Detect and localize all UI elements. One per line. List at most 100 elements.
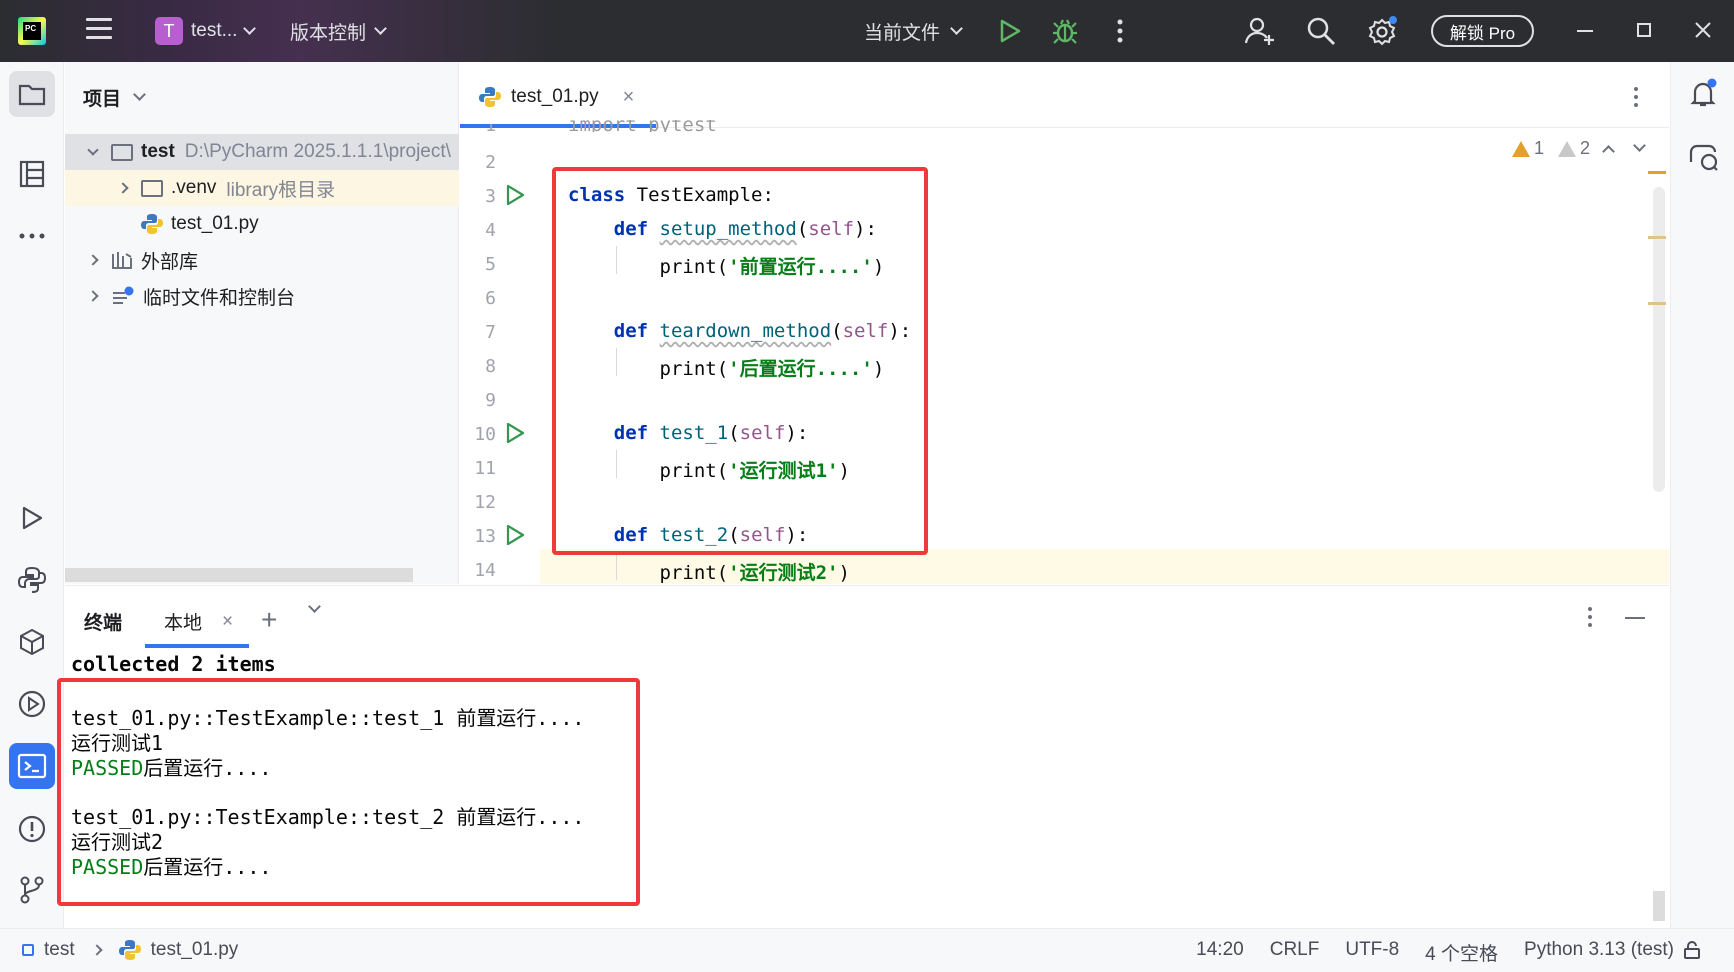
tree-item-label: test <box>141 141 175 162</box>
read-only-lock-icon[interactable] <box>1683 941 1701 959</box>
main-menu-icon[interactable] <box>86 18 112 42</box>
more-tools-button[interactable] <box>14 218 50 254</box>
python-interpreter[interactable]: Python 3.13 (test) <box>1524 939 1674 966</box>
maximize-icon[interactable] <box>1637 23 1651 37</box>
tree-item-test[interactable]: test D:\PyCharm 2025.1.1.1\project\ <box>65 134 459 170</box>
line-number: 6 <box>485 288 496 309</box>
expand-right-icon[interactable] <box>85 288 101 304</box>
tree-item-scratches[interactable]: 临时文件和控制台 <box>65 278 459 314</box>
expand-right-icon[interactable] <box>85 252 101 268</box>
horizontal-scrollbar[interactable] <box>65 568 413 582</box>
git-branch-icon <box>20 876 44 904</box>
logo-text: PC <box>25 24 37 33</box>
warnings-counter[interactable]: 1 <box>1512 138 1544 159</box>
line-number: 13 <box>474 526 496 547</box>
folder-icon <box>141 179 163 197</box>
terminal-options-icon[interactable] <box>1587 606 1593 628</box>
line-number: 1 <box>460 124 496 132</box>
run-class-gutter-icon[interactable] <box>504 184 526 206</box>
tree-item-venv[interactable]: .venv library根目录 <box>65 170 459 206</box>
right-tool-strip <box>1670 62 1734 938</box>
project-panel-title: 项目 <box>83 89 122 110</box>
close-icon[interactable] <box>1693 20 1713 40</box>
project-panel-header[interactable]: 项目 <box>83 84 146 111</box>
search-icon[interactable] <box>1305 15 1337 47</box>
ai-assistant-icon[interactable] <box>1687 142 1719 172</box>
weak-warnings-counter[interactable]: 2 <box>1558 138 1590 159</box>
tree-item-detail: library根目录 <box>226 179 336 201</box>
project-badge: T <box>155 17 183 45</box>
vcs-menu[interactable]: 版本控制 <box>290 18 387 45</box>
new-terminal-plus-icon[interactable]: + <box>261 604 277 636</box>
pycharm-logo-icon[interactable]: PC <box>18 17 46 45</box>
python-file-icon <box>479 87 501 107</box>
run-test-1-gutter-icon[interactable] <box>504 422 526 444</box>
breadcrumb-file[interactable]: test_01.py <box>151 939 239 961</box>
python-file-icon <box>118 940 141 960</box>
error-stripe-marker[interactable] <box>1648 302 1666 305</box>
tab-label: test_01.py <box>511 86 599 107</box>
run-icon[interactable] <box>998 18 1022 44</box>
expand-down-icon[interactable] <box>85 144 101 160</box>
editor: test_01.py × 1 2 3 4 5 6 7 8 9 10 11 12 … <box>460 62 1669 584</box>
problems-tool-button[interactable] <box>14 811 50 847</box>
python-packages-button[interactable] <box>14 624 50 660</box>
project-tool-button[interactable] <box>9 71 55 117</box>
terminal-output-line: collected 2 items <box>71 652 276 676</box>
terminal-scrollbar[interactable] <box>1653 891 1665 921</box>
tab-close-icon[interactable]: × <box>222 611 233 633</box>
git-tool-button[interactable] <box>14 872 50 908</box>
tree-item-label: 临时文件和控制台 <box>143 287 296 309</box>
error-stripe-marker[interactable] <box>1648 171 1666 174</box>
debug-icon[interactable] <box>1052 17 1078 45</box>
editor-tab-test-01-py[interactable]: test_01.py × <box>479 82 634 112</box>
expand-right-icon[interactable] <box>115 180 131 196</box>
structure-tool-button[interactable] <box>14 156 50 192</box>
more-actions-icon[interactable] <box>1110 18 1130 44</box>
hide-panel-icon[interactable] <box>1625 617 1645 619</box>
error-stripe-marker[interactable] <box>1648 236 1666 239</box>
tree-item-external-libraries[interactable]: 外部库 <box>65 242 459 278</box>
run-tool-button[interactable] <box>14 500 50 536</box>
folder-icon <box>111 143 133 161</box>
services-tool-button[interactable] <box>14 686 50 722</box>
active-tab-indicator <box>145 644 249 648</box>
indent-setting[interactable]: 4 个空格 <box>1425 939 1498 966</box>
project-switcher[interactable]: T test... <box>155 16 257 46</box>
next-problem-icon[interactable] <box>1633 139 1646 152</box>
run-config-selector[interactable]: 当前文件 <box>864 18 963 45</box>
caret-position[interactable]: 14:20 <box>1196 939 1244 966</box>
tab-close-icon[interactable]: × <box>623 86 635 109</box>
code-line-14[interactable]: print('运行测试2') <box>568 558 850 585</box>
terminal-panel: 终端 本地 × + collected 2 items test_01.py::… <box>57 585 1669 927</box>
project-panel: 项目 test D:\PyCharm 2025.1.1.1\project\ .… <box>65 62 459 584</box>
inspections-widget[interactable]: 1 2 <box>1512 138 1646 159</box>
run-config-label: 当前文件 <box>864 23 941 44</box>
run-test-2-gutter-icon[interactable] <box>504 524 526 546</box>
line-separator[interactable]: CRLF <box>1270 939 1320 966</box>
terminal-tab-local[interactable]: 本地 × <box>164 608 233 635</box>
editor-vertical-scrollbar[interactable] <box>1653 187 1665 492</box>
editor-tabs-menu-icon[interactable] <box>1633 86 1639 108</box>
line-number: 3 <box>485 186 496 207</box>
settings-gear-icon[interactable] <box>1366 15 1398 47</box>
unlock-pro-button[interactable]: 解锁 Pro <box>1431 15 1534 47</box>
project-name: test... <box>191 20 238 41</box>
file-encoding[interactable]: UTF-8 <box>1345 939 1399 966</box>
line-number: 14 <box>474 560 496 581</box>
previous-problem-icon[interactable] <box>1602 145 1615 158</box>
terminal-title: 终端 <box>84 613 123 634</box>
terminal-tool-button[interactable] <box>9 743 55 789</box>
breadcrumb-project[interactable]: test <box>44 939 75 961</box>
notifications-bell-icon[interactable] <box>1687 78 1719 110</box>
python-console-button[interactable] <box>14 562 50 598</box>
add-user-icon[interactable] <box>1244 15 1276 47</box>
chevron-down-icon[interactable] <box>308 600 321 613</box>
python-icon <box>17 566 47 593</box>
line-number: 7 <box>485 322 496 343</box>
breadcrumb: test test_01.py <box>22 939 238 961</box>
tree-item-test-01-py[interactable]: test_01.py <box>65 206 459 242</box>
chevron-down-icon <box>950 22 963 35</box>
minimize-icon[interactable] <box>1577 30 1593 32</box>
warnings-count: 1 <box>1534 138 1545 158</box>
